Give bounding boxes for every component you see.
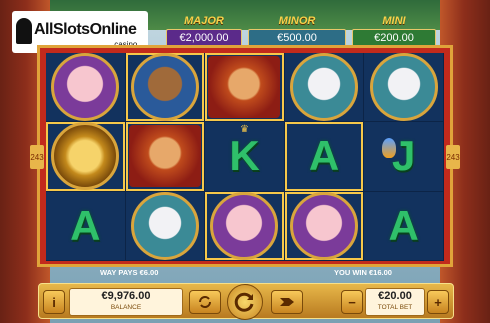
letter-a-symbol: A — [308, 132, 340, 180]
ways-pays-text: WAY PAYS €6.00 — [100, 268, 159, 277]
bet-increase-button[interactable]: + — [427, 290, 449, 314]
reel-cell — [205, 191, 285, 261]
letter-a-symbol: A — [388, 201, 419, 249]
monkey-symbol — [208, 56, 281, 119]
spade-icon — [16, 18, 32, 44]
reel-cell — [46, 53, 126, 123]
bet-decrease-button[interactable]: − — [341, 290, 363, 314]
reel-cell — [125, 122, 206, 192]
pig-symbol — [51, 53, 120, 122]
crown-icon: ♛ — [240, 124, 249, 136]
jackpot-minor: MINOR €500.00 — [248, 14, 346, 48]
reel-cell: J — [364, 122, 444, 192]
rabbit-symbol — [130, 191, 199, 260]
jackpot-mini-label: MINI — [382, 15, 406, 27]
reel-cell — [284, 191, 365, 261]
pig-symbol — [210, 191, 279, 260]
turbo-button[interactable] — [271, 290, 303, 314]
letter-k-symbol: K — [229, 132, 260, 180]
reel-cell — [46, 122, 126, 192]
reel-cell — [284, 53, 365, 123]
control-bar: i €9,976.00 BALANCE − €20.00 TOTAL BET + — [38, 283, 454, 320]
reel-cell: A — [46, 191, 126, 261]
ways-tag-left: 243 — [30, 145, 44, 169]
letter-j-symbol: J — [392, 132, 416, 180]
autoplay-button[interactable] — [189, 290, 221, 314]
balance-label: BALANCE — [110, 304, 142, 311]
balance-display: €9,976.00 BALANCE — [69, 288, 183, 316]
jackpot-mini: MINI €200.00 — [352, 14, 436, 48]
jackpot-major-label: MAJOR — [184, 15, 224, 27]
autoplay-icon — [199, 296, 211, 308]
logo-name: AllSlotsOnline — [34, 21, 137, 38]
info-button[interactable]: i — [43, 290, 65, 314]
reel-cell — [125, 53, 206, 123]
pig-symbol — [290, 191, 359, 260]
win-text: YOU WIN €16.00 — [334, 268, 392, 277]
reel-cell: A — [284, 122, 365, 192]
reel-cell — [364, 53, 444, 123]
balance-value: €9,976.00 — [101, 290, 151, 302]
jackpot-minor-label: MINOR — [278, 15, 316, 27]
reel-cell: A — [364, 191, 444, 261]
rabbit-symbol — [290, 53, 359, 122]
coin-symbol — [51, 122, 120, 191]
rabbit-symbol — [369, 53, 438, 122]
ways-tag-right: 243 — [446, 145, 460, 169]
total-bet-label: TOTAL BET — [377, 304, 413, 311]
spin-button[interactable] — [227, 284, 263, 320]
monkey-symbol — [128, 125, 201, 188]
gem-icon — [382, 138, 397, 159]
reel-cell — [125, 191, 206, 261]
jackpot-major: MAJOR €2,000.00 — [166, 14, 242, 48]
reel-grid: ♛ K A J A A — [46, 53, 444, 261]
spin-icon — [234, 292, 254, 312]
total-bet-value: €20.00 — [378, 290, 412, 302]
reel-cell: ♛ K — [205, 122, 285, 192]
letter-a-symbol: A — [70, 201, 101, 249]
turbo-icon — [280, 298, 294, 306]
total-bet-display: €20.00 TOTAL BET — [365, 288, 425, 316]
reel-cell — [205, 53, 285, 123]
ram-symbol — [130, 53, 199, 122]
